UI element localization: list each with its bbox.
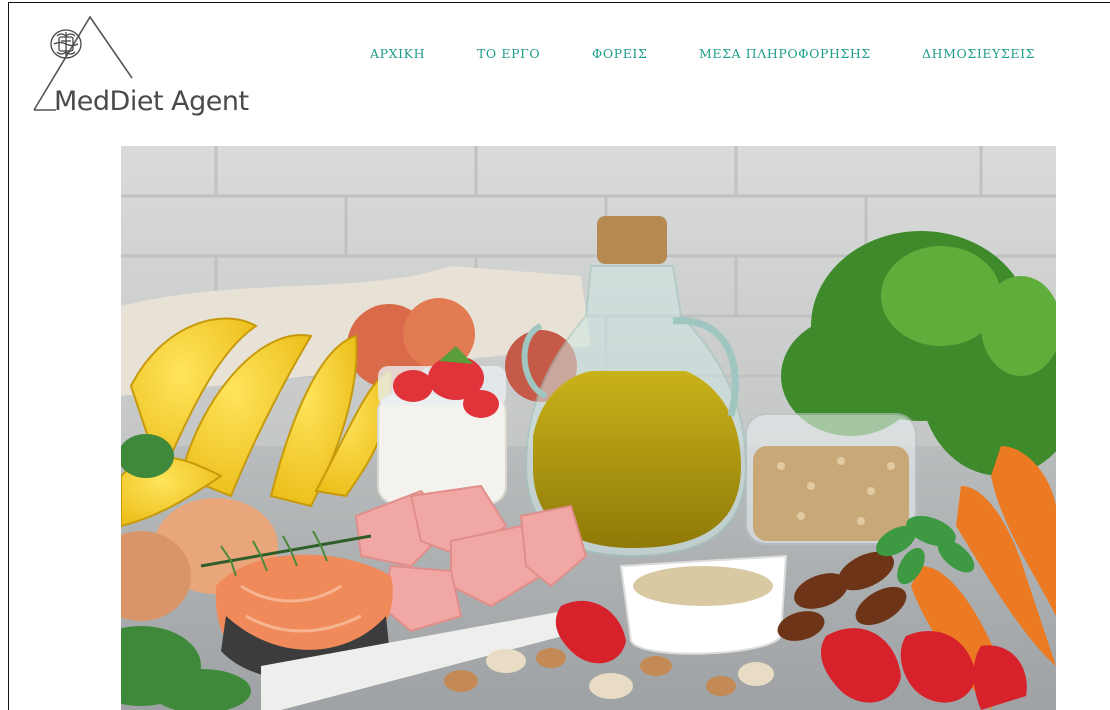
hero-image — [121, 146, 1056, 710]
corner-divider — [1057, 2, 1110, 3]
nav-item-home[interactable]: ΑΡΧΙΚΗ — [370, 46, 425, 61]
nav-item-media[interactable]: ΜΕΣΑ ΠΛΗΡΟΦΟΡΗΣΗΣ — [699, 46, 871, 61]
site-logo[interactable]: MedDiet Agent — [30, 12, 250, 122]
logo-wordmark: MedDiet Agent — [54, 86, 249, 117]
nav-item-partners[interactable]: ΦΟΡΕΙΣ — [592, 46, 647, 61]
mediterranean-food-illustration — [121, 146, 1056, 710]
nav-item-project[interactable]: ΤΟ ΕΡΓΟ — [477, 46, 540, 61]
nav-item-publications[interactable]: ΔΗΜΟΣΙΕΥΣΕΙΣ — [922, 46, 1035, 61]
